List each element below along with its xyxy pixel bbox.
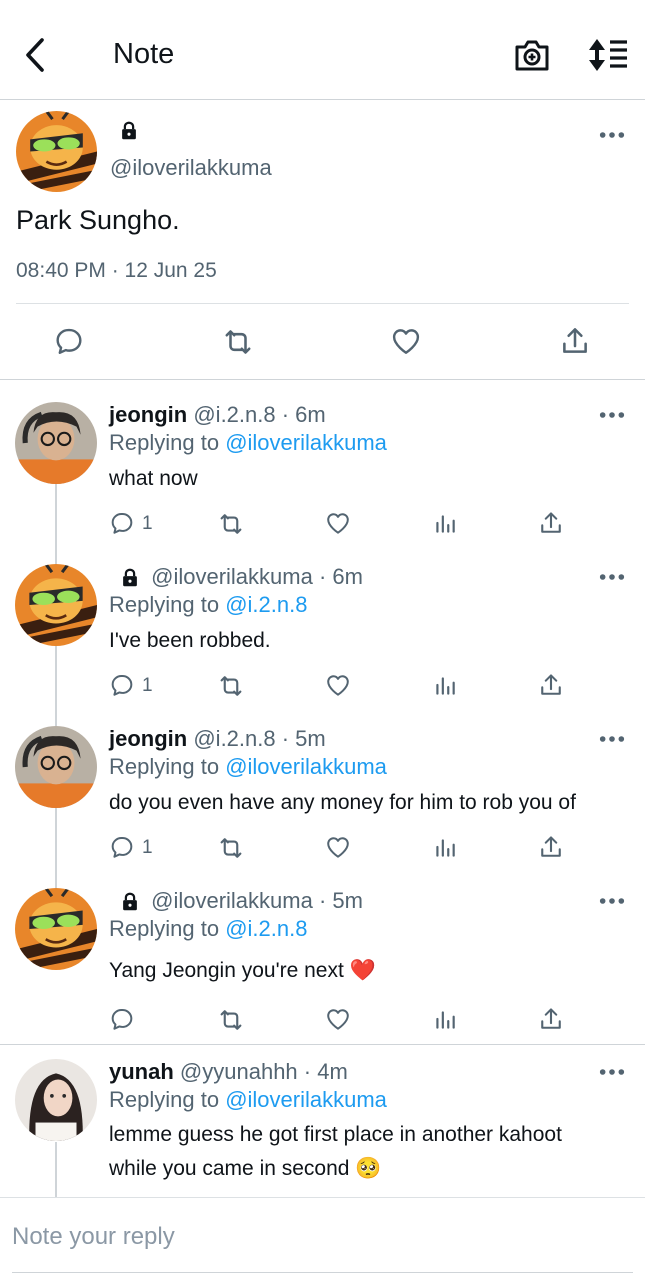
reply-count: 1 [142, 837, 153, 858]
reply-author-handle[interactable]: @yyunahhh [180, 1059, 298, 1084]
reply-time: · 6m [281, 402, 326, 427]
avatar[interactable] [15, 1059, 97, 1141]
avatar[interactable] [15, 402, 97, 484]
thread-line [55, 1142, 57, 1198]
more-icon[interactable] [598, 572, 626, 582]
reply-actions: 1 [0, 671, 645, 701]
share-icon[interactable] [537, 671, 565, 699]
reply-actions: 1 [0, 509, 645, 539]
more-icon[interactable] [598, 734, 626, 744]
replying-label: Replying to [109, 754, 220, 779]
page-title: Note [113, 38, 175, 70]
replying-to-link[interactable]: @i.2.n.8 [225, 916, 307, 941]
comment-icon[interactable] [108, 671, 136, 699]
reply-actions [0, 1005, 645, 1035]
heart-icon[interactable] [324, 671, 352, 699]
comment-icon[interactable] [108, 1005, 136, 1033]
avatar[interactable] [15, 888, 97, 970]
share-icon[interactable] [537, 509, 565, 537]
note-timestamp: 08:40 PM · 12 Jun 25 [16, 259, 217, 282]
note-actions [0, 318, 645, 364]
heart-icon[interactable] [389, 324, 423, 358]
retweet-icon[interactable] [216, 509, 246, 539]
retweet-icon[interactable] [216, 1005, 246, 1035]
divider [16, 303, 629, 304]
retweet-icon[interactable] [216, 671, 246, 701]
more-icon[interactable] [598, 130, 626, 140]
reply-author-name[interactable]: yunah [109, 1059, 174, 1084]
replying-label: Replying to [109, 916, 220, 941]
more-icon[interactable] [598, 896, 626, 906]
stats-icon[interactable] [432, 673, 458, 699]
top-bar: Note [0, 0, 645, 100]
lock-icon [119, 567, 141, 589]
replying-label: Replying to [109, 430, 220, 455]
reply-author-handle[interactable]: @i.2.n.8 [193, 402, 275, 427]
avatar[interactable] [15, 726, 97, 808]
comment-icon[interactable] [108, 833, 136, 861]
replying-label: Replying to [109, 592, 220, 617]
replying-to-link[interactable]: @iloverilakkuma [225, 1087, 387, 1112]
comment-icon[interactable] [52, 324, 86, 358]
note-text: Park Sungho. [16, 205, 180, 235]
reply-time: · 6m [318, 564, 363, 589]
back-arrow-icon[interactable] [18, 36, 52, 74]
reply-text-line: lemme guess he got first place in anothe… [109, 1123, 562, 1146]
reply-input[interactable] [12, 1220, 632, 1254]
comment-icon[interactable] [108, 509, 136, 537]
reply-text-line: while you came in second 🥺 [109, 1157, 382, 1180]
retweet-icon[interactable] [220, 324, 256, 360]
reply-author-handle[interactable]: @iloverilakkuma [151, 564, 313, 589]
reply-text: do you even have any money for him to ro… [109, 791, 576, 814]
share-icon[interactable] [537, 833, 565, 861]
avatar[interactable] [15, 564, 97, 646]
reply-time: · 4m [303, 1059, 348, 1084]
reply-author-handle[interactable]: @iloverilakkuma [151, 888, 313, 913]
divider [0, 1044, 645, 1045]
reply-actions: 1 [0, 833, 645, 863]
share-icon[interactable] [558, 324, 592, 358]
replying-label: Replying to [109, 1087, 220, 1112]
lock-icon [118, 120, 140, 142]
replying-to-link[interactable]: @iloverilakkuma [225, 430, 387, 455]
reply-author-name[interactable]: jeongin [109, 726, 187, 751]
heart-icon[interactable] [324, 833, 352, 861]
camera-add-icon[interactable] [513, 37, 551, 73]
divider [0, 379, 645, 380]
reply-text: I've been robbed. [109, 629, 271, 652]
retweet-icon[interactable] [216, 833, 246, 863]
replying-to-link[interactable]: @i.2.n.8 [225, 592, 307, 617]
heart-icon[interactable] [324, 509, 352, 537]
reply-count: 1 [142, 513, 153, 534]
reply-count: 1 [142, 675, 153, 696]
divider [0, 1197, 645, 1198]
share-icon[interactable] [537, 1005, 565, 1033]
divider [12, 1272, 633, 1273]
more-icon[interactable] [598, 1067, 626, 1077]
reply-author-handle[interactable]: @i.2.n.8 [193, 726, 275, 751]
replying-to-link[interactable]: @iloverilakkuma [225, 754, 387, 779]
reply-text: what now [109, 467, 198, 490]
reply-time: · 5m [318, 888, 363, 913]
author-handle[interactable]: @iloverilakkuma [110, 155, 272, 181]
reply-text: Yang Jeongin you're next ❤️ [109, 959, 376, 982]
reply-author-name[interactable]: jeongin [109, 402, 187, 427]
stats-icon[interactable] [432, 1007, 458, 1033]
sort-icon[interactable] [587, 37, 629, 73]
stats-icon[interactable] [432, 511, 458, 537]
avatar[interactable] [16, 111, 97, 192]
reply-time: · 5m [281, 726, 326, 751]
stats-icon[interactable] [432, 835, 458, 861]
heart-icon[interactable] [324, 1005, 352, 1033]
lock-icon [119, 891, 141, 913]
more-icon[interactable] [598, 410, 626, 420]
